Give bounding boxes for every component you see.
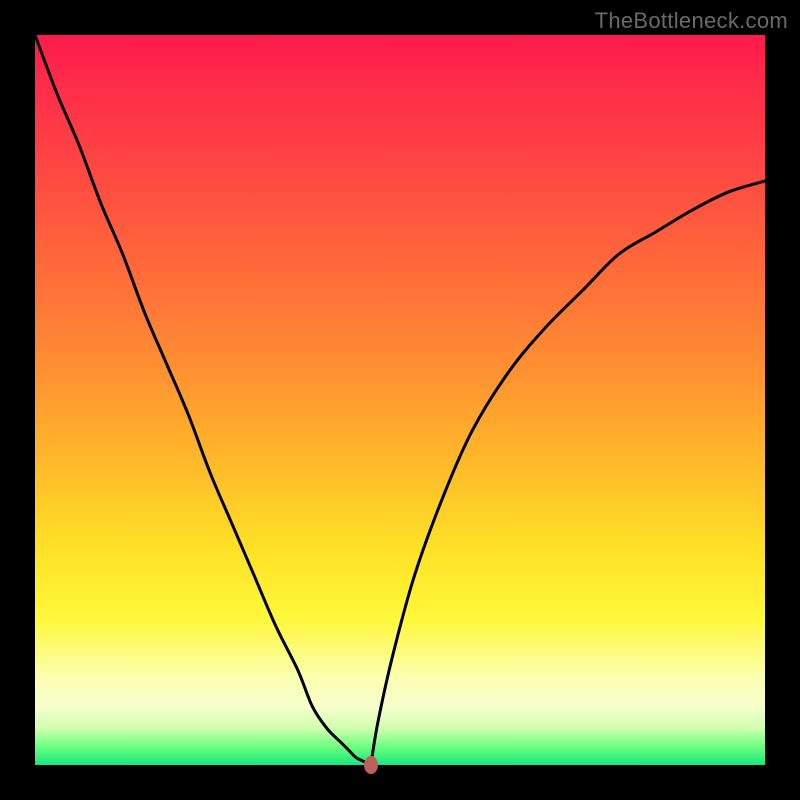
curve-path [35,35,765,765]
watermark-text: TheBottleneck.com [595,8,788,34]
bottleneck-curve [35,35,765,765]
minimum-marker [364,756,378,774]
plot-area [35,35,765,765]
chart-frame: TheBottleneck.com [0,0,800,800]
